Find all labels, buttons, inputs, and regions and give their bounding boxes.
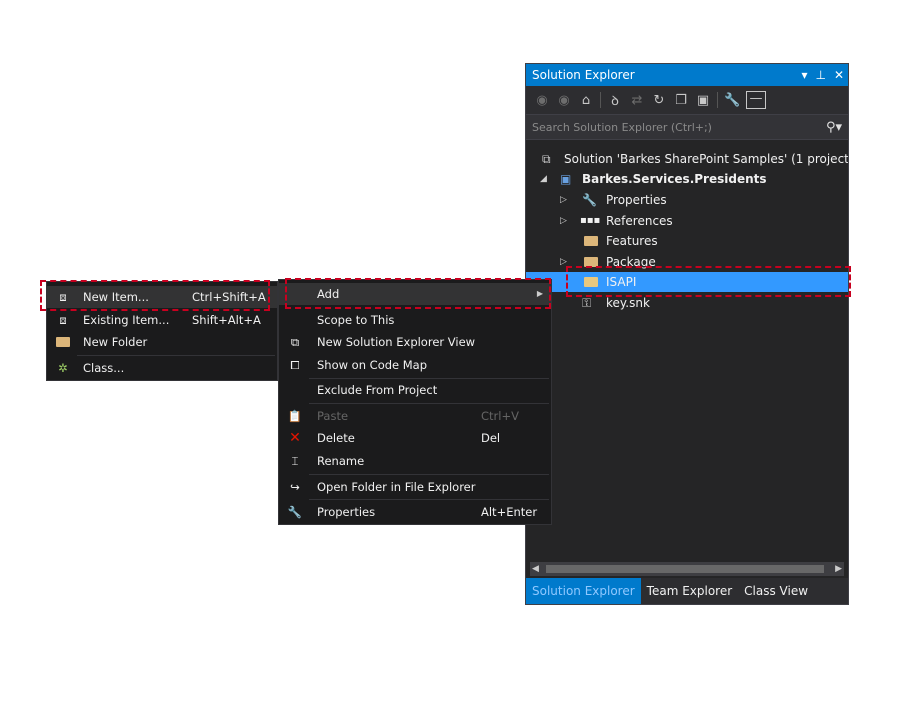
project-icon: ▣ — [560, 172, 572, 186]
back-icon[interactable]: ◉ — [534, 93, 550, 108]
pin-icon[interactable]: ⊥ — [815, 68, 825, 82]
show-all-files-icon[interactable]: ▣ — [695, 93, 711, 108]
open-folder-icon: ↪ — [290, 480, 300, 494]
code-map-icon: ⧠ — [290, 358, 300, 372]
solution-explorer-toolbar: ◉ ◉ ⌂ ꝺ ⇄ ↻ ❐ ▣ 🔧 — — [526, 86, 848, 114]
new-view-icon: ⧉ — [290, 335, 300, 349]
collapsed-arrow-icon[interactable]: ▷ — [560, 252, 567, 272]
tree-item-properties[interactable]: ▷ 🔧 Properties — [526, 190, 848, 210]
folder-icon — [55, 331, 71, 354]
menu-item-rename[interactable]: ⌶ Rename — [279, 450, 551, 472]
solution-explorer-titlebar: Solution Explorer ▾ ⊥ ✕ — [526, 64, 848, 86]
menu-item-existing-item[interactable]: ⧈ Existing Item... Shift+Alt+A — [47, 309, 277, 331]
folder-icon — [584, 272, 598, 293]
panel-tabs: Solution Explorer Team Explorer Class Vi… — [526, 578, 848, 604]
menu-item-new-item[interactable]: ⧈ New Item... Ctrl+Shift+A — [47, 286, 277, 308]
scroll-right-icon[interactable]: ▶ — [835, 562, 842, 576]
menu-separator — [77, 355, 275, 356]
tree-item-features[interactable]: Features — [526, 231, 848, 251]
search-icon[interactable]: ⚲▾ — [826, 120, 842, 135]
menu-item-open-folder-in-file-explorer[interactable]: ↪ Open Folder in File Explorer — [279, 476, 551, 498]
refresh-icon[interactable]: ↻ — [651, 93, 667, 108]
menu-separator — [309, 474, 549, 475]
paste-icon: 📋 — [287, 409, 303, 423]
tree-item-isapi[interactable]: ISAPI — [526, 272, 848, 292]
submenu-arrow-icon: ▶ — [536, 289, 543, 298]
solution-icon: ⧉ — [542, 152, 551, 166]
panel-title: Solution Explorer — [532, 68, 635, 82]
scrollbar-thumb[interactable] — [546, 565, 824, 573]
menu-item-properties[interactable]: 🔧 Properties Alt+Enter — [279, 501, 551, 523]
preview-icon[interactable]: — — [746, 91, 766, 109]
folder-icon — [584, 231, 598, 252]
new-item-icon: ⧈ — [59, 290, 67, 304]
menu-item-exclude-from-project[interactable]: Exclude From Project — [279, 379, 551, 401]
toolbar-separator — [600, 92, 601, 108]
tree-item-references[interactable]: ▷ ▪▪▪ References — [526, 211, 848, 231]
horizontal-scrollbar[interactable]: ◀ ▶ — [530, 562, 844, 576]
toolbar-separator — [717, 92, 718, 108]
menu-item-show-on-code-map[interactable]: ⧠ Show on Code Map — [279, 354, 551, 376]
wrench-icon: 🔧 — [582, 193, 597, 207]
delete-icon: ✕ — [289, 430, 301, 446]
tree-item-package[interactable]: ▷ Package — [526, 252, 848, 272]
references-icon: ▪▪▪ — [580, 215, 601, 226]
add-submenu: ⧈ New Item... Ctrl+Shift+A ⧈ Existing It… — [46, 281, 278, 381]
menu-separator — [309, 499, 549, 500]
properties-icon[interactable]: 🔧 — [724, 93, 740, 108]
context-menu: Add ▶ Scope to This ⧉ New Solution Explo… — [278, 279, 552, 525]
tree-item-key-snk[interactable]: ⚿ key.snk — [526, 293, 848, 313]
pending-changes-icon[interactable]: ꝺ — [607, 91, 623, 109]
menu-separator — [309, 403, 549, 404]
menu-item-new-solution-explorer-view[interactable]: ⧉ New Solution Explorer View — [279, 331, 551, 353]
tree-item-project[interactable]: ◢ ▣ Barkes.Services.Presidents — [526, 169, 848, 189]
solution-tree: ⧉ Solution 'Barkes SharePoint Samples' (… — [526, 140, 848, 535]
scroll-left-icon[interactable]: ◀ — [532, 562, 539, 576]
solution-explorer-panel: Solution Explorer ▾ ⊥ ✕ ◉ ◉ ⌂ ꝺ ⇄ ↻ ❐ ▣ … — [525, 63, 849, 605]
menu-item-class[interactable]: ✲ Class... — [47, 357, 277, 379]
tab-team-explorer[interactable]: Team Explorer — [641, 578, 739, 604]
tab-solution-explorer[interactable]: Solution Explorer — [526, 578, 641, 604]
tab-class-view[interactable]: Class View — [738, 578, 814, 604]
key-icon: ⚿ — [582, 296, 592, 310]
search-box[interactable]: Search Solution Explorer (Ctrl+;) ⚲▾ — [526, 114, 848, 140]
existing-item-icon: ⧈ — [59, 313, 67, 327]
tree-item-solution[interactable]: ⧉ Solution 'Barkes SharePoint Samples' (… — [526, 149, 848, 169]
close-icon[interactable]: ✕ — [834, 68, 844, 82]
menu-item-delete[interactable]: ✕ Delete Del — [279, 427, 551, 449]
search-placeholder: Search Solution Explorer (Ctrl+;) — [532, 120, 712, 134]
rename-icon: ⌶ — [291, 454, 299, 468]
sync-icon[interactable]: ⇄ — [629, 93, 645, 108]
home-icon[interactable]: ⌂ — [578, 93, 594, 108]
class-icon: ✲ — [58, 361, 68, 375]
dropdown-icon[interactable]: ▾ — [801, 68, 807, 82]
expanded-arrow-icon[interactable]: ◢ — [540, 169, 547, 189]
collapse-all-icon[interactable]: ❐ — [673, 93, 689, 108]
wrench-icon: 🔧 — [287, 505, 303, 519]
forward-icon[interactable]: ◉ — [556, 93, 572, 108]
menu-item-scope-to-this[interactable]: Scope to This — [279, 309, 551, 331]
menu-item-paste: 📋 Paste Ctrl+V — [279, 405, 551, 427]
menu-item-add[interactable]: Add ▶ — [279, 283, 551, 305]
collapsed-arrow-icon[interactable]: ▷ — [560, 211, 567, 231]
menu-item-new-folder[interactable]: New Folder — [47, 331, 277, 353]
folder-icon — [584, 252, 598, 273]
collapsed-arrow-icon[interactable]: ▷ — [560, 190, 567, 210]
